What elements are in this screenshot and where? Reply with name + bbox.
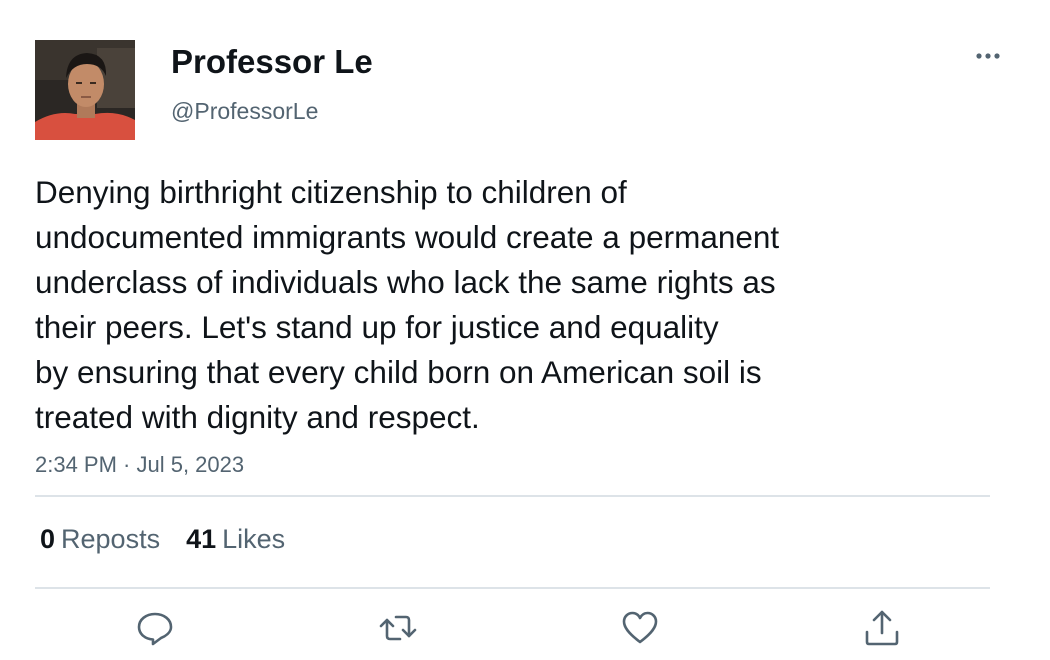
- reposts-label: Reposts: [61, 524, 161, 554]
- reposts-count: 0: [40, 524, 56, 554]
- likes-label: Likes: [222, 524, 286, 554]
- reply-bubble-icon: [137, 612, 173, 646]
- like-button[interactable]: [620, 608, 660, 648]
- reposts-stat[interactable]: 0 Reposts: [40, 522, 160, 556]
- reply-button[interactable]: [135, 608, 175, 648]
- tweet-text: Denying birthright citizenship to childr…: [35, 174, 780, 435]
- heart-icon: [622, 611, 658, 644]
- repost-button[interactable]: [378, 608, 418, 648]
- divider: [35, 495, 990, 497]
- likes-count: 41: [186, 524, 217, 554]
- more-horizontal-icon: [976, 53, 1000, 59]
- more-options-button[interactable]: [970, 44, 1008, 68]
- divider: [35, 587, 990, 589]
- author-handle[interactable]: @ProfessorLe: [171, 96, 318, 126]
- tweet-card: Professor Le @ProfessorLe Denying birthr…: [0, 0, 1050, 660]
- share-upload-icon: [865, 610, 899, 646]
- repost-arrows-icon: [379, 615, 417, 641]
- author-display-name[interactable]: Professor Le: [171, 42, 373, 82]
- tweet-timestamp[interactable]: 2:34 PM · Jul 5, 2023: [35, 450, 244, 480]
- likes-stat[interactable]: 41 Likes: [186, 522, 285, 556]
- share-button[interactable]: [862, 608, 902, 648]
- avatar-photo: [35, 40, 135, 140]
- engagement-stats: 0 Reposts 41 Likes: [40, 522, 311, 556]
- avatar[interactable]: [35, 40, 135, 140]
